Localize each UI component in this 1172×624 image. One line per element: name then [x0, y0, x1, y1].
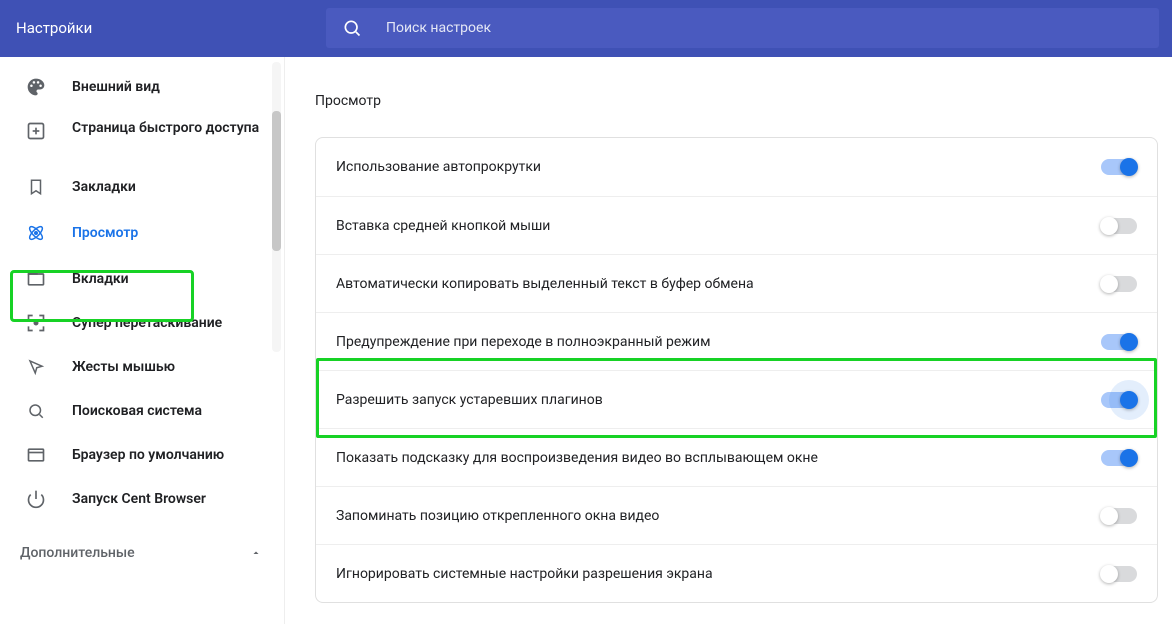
sidebar-item-speed-dial[interactable]: Страница быстрого доступа — [0, 109, 284, 165]
setting-label: Автоматически копировать выделенный текс… — [336, 276, 754, 292]
sidebar-item-label: Супер перетаскивание — [72, 314, 222, 333]
sidebar-item-mouse-gestures[interactable]: Жесты мышью — [0, 345, 284, 389]
sidebar: Внешний вид Страница быстрого доступа За… — [0, 57, 285, 624]
sidebar-item-label: Браузер по умолчанию — [72, 446, 224, 465]
page-title: Настройки — [16, 0, 316, 57]
add-box-icon — [24, 119, 48, 143]
sidebar-item-on-startup[interactable]: Запуск Cent Browser — [0, 477, 284, 521]
setting-label: Разрешить запуск устаревших плагинов — [336, 392, 603, 408]
setting-label: Запоминать позицию открепленного окна ви… — [336, 508, 659, 524]
setting-toggle[interactable] — [1101, 450, 1137, 466]
settings-card: Использование автопрокрутки Вставка средн… — [315, 137, 1158, 603]
sidebar-item-default-browser[interactable]: Браузер по умолчанию — [0, 433, 284, 477]
setting-toggle[interactable] — [1101, 566, 1137, 582]
setting-row: Разрешить запуск устаревших плагинов — [316, 370, 1157, 428]
setting-label: Игнорировать системные настройки разреше… — [336, 566, 713, 582]
setting-label: Вставка средней кнопкой мыши — [336, 218, 550, 234]
setting-row: Предупреждение при переходе в полноэкран… — [316, 312, 1157, 370]
setting-row: Использование автопрокрутки — [316, 138, 1157, 196]
setting-row: Автоматически копировать выделенный текс… — [316, 254, 1157, 312]
search-box[interactable] — [326, 8, 1159, 48]
sidebar-item-label: Просмотр — [72, 224, 138, 243]
browser-icon — [24, 443, 48, 467]
search-input[interactable] — [386, 20, 1143, 36]
sidebar-advanced-label: Дополнительные — [20, 545, 135, 561]
setting-row: Запоминать позицию открепленного окна ви… — [316, 486, 1157, 544]
atom-icon — [24, 221, 48, 245]
sidebar-item-tabs[interactable]: Вкладки — [0, 257, 284, 301]
crop-free-icon — [24, 311, 48, 335]
sidebar-item-label: Жесты мышью — [72, 358, 175, 377]
sidebar-item-label: Поисковая система — [72, 402, 202, 421]
setting-label: Показать подсказку для воспроизведения в… — [336, 450, 818, 466]
setting-row: Вставка средней кнопкой мыши — [316, 196, 1157, 254]
app-header: Настройки — [0, 0, 1172, 57]
search-icon — [24, 399, 48, 423]
power-icon — [24, 487, 48, 511]
setting-toggle[interactable] — [1101, 508, 1137, 524]
setting-toggle[interactable] — [1101, 392, 1137, 408]
sidebar-item-label: Запуск Cent Browser — [72, 490, 206, 509]
setting-toggle[interactable] — [1101, 334, 1137, 350]
cursor-icon — [24, 355, 48, 379]
setting-row: Игнорировать системные настройки разреше… — [316, 544, 1157, 602]
sidebar-item-label: Внешний вид — [72, 78, 160, 97]
sidebar-item-bookmarks[interactable]: Закладки — [0, 165, 284, 209]
sidebar-item-appearance[interactable]: Внешний вид — [0, 65, 284, 109]
sidebar-item-super-drag[interactable]: Супер перетаскивание — [0, 301, 284, 345]
palette-icon — [24, 75, 48, 99]
content-area: Просмотр Использование автопрокрутки Вста… — [285, 57, 1172, 624]
setting-toggle[interactable] — [1101, 159, 1137, 175]
sidebar-item-search-engine[interactable]: Поисковая система — [0, 389, 284, 433]
chevron-up-icon — [250, 547, 262, 559]
setting-row: Показать подсказку для воспроизведения в… — [316, 428, 1157, 486]
sidebar-advanced-toggle[interactable]: Дополнительные — [0, 529, 284, 577]
sidebar-item-label: Вкладки — [72, 270, 129, 289]
setting-label: Использование автопрокрутки — [336, 159, 541, 175]
setting-toggle[interactable] — [1101, 276, 1137, 292]
sidebar-item-label: Страница быстрого доступа — [72, 119, 259, 138]
sidebar-item-label: Закладки — [72, 178, 136, 197]
setting-label: Предупреждение при переходе в полноэкран… — [336, 334, 711, 350]
setting-toggle[interactable] — [1101, 218, 1137, 234]
section-title: Просмотр — [315, 93, 1158, 109]
search-icon — [342, 18, 362, 38]
tab-icon — [24, 267, 48, 291]
bookmark-icon — [24, 175, 48, 199]
sidebar-item-browsing[interactable]: Просмотр — [0, 209, 284, 257]
